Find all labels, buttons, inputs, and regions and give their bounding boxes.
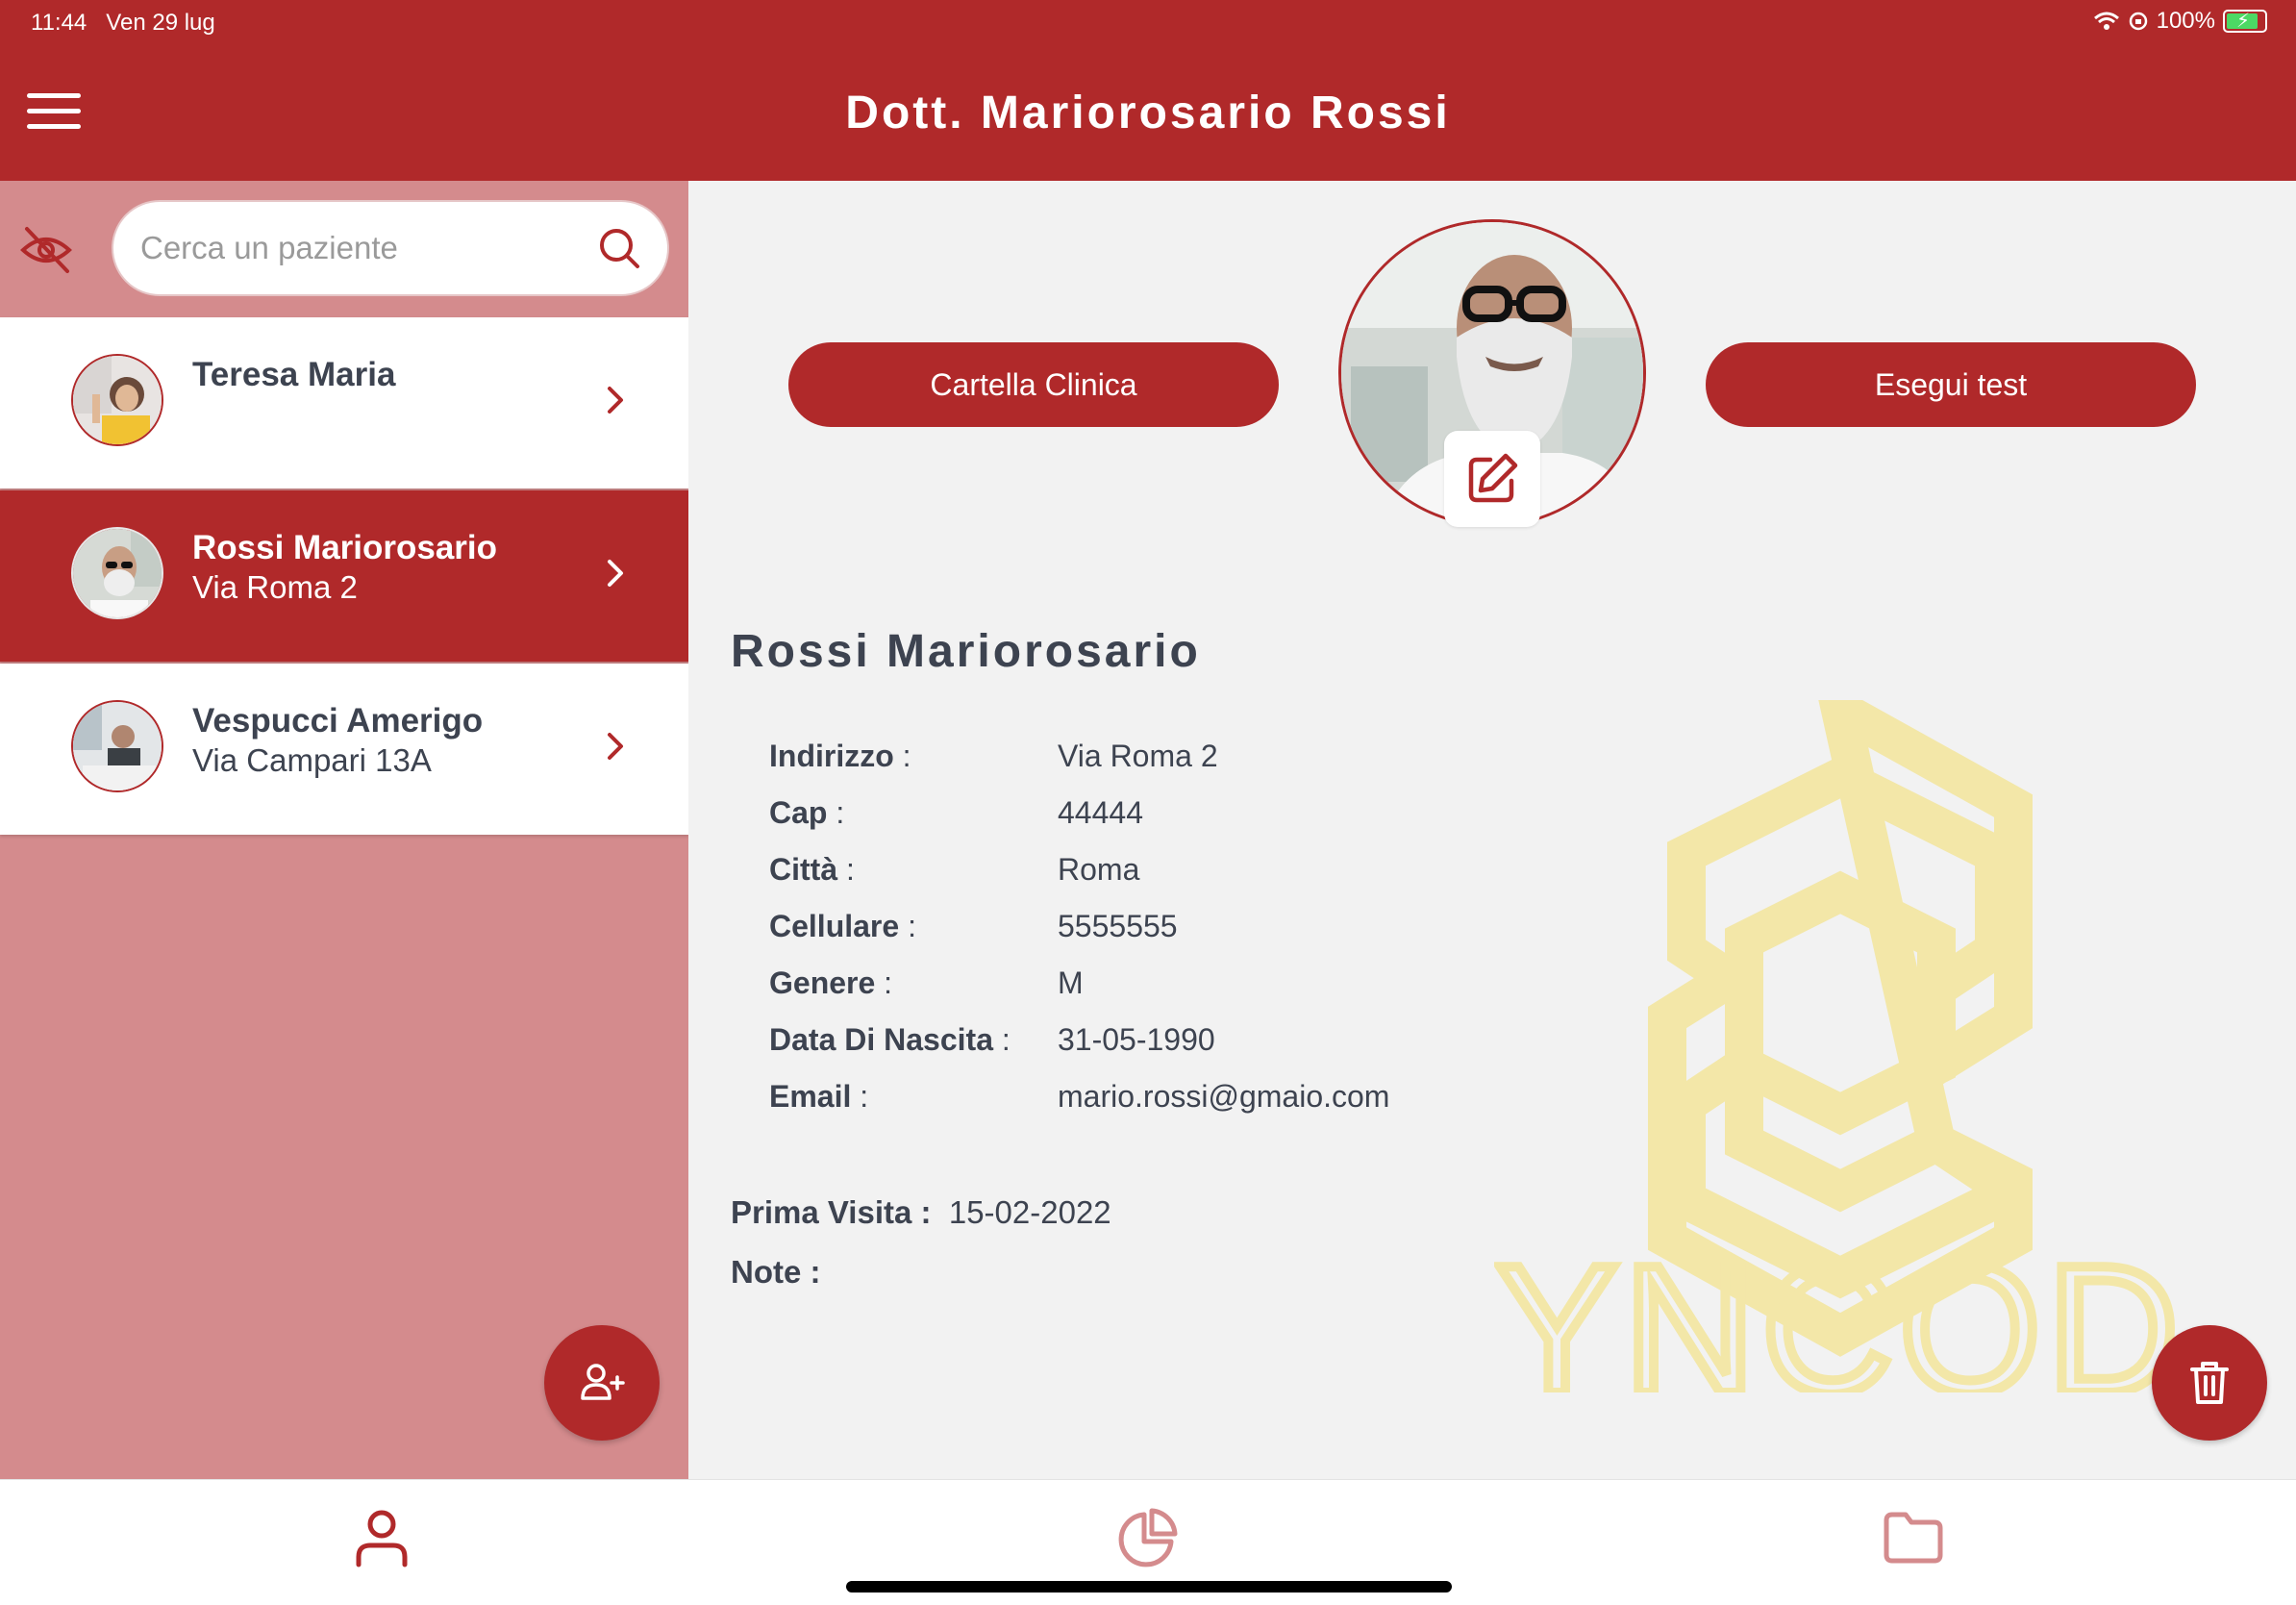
avatar	[71, 700, 163, 792]
tab-statistics[interactable]	[1110, 1499, 1186, 1576]
wifi-icon	[2093, 12, 2119, 30]
avatar	[71, 354, 163, 446]
search-box[interactable]	[112, 200, 669, 296]
status-time: 11:44	[31, 10, 87, 36]
info-value: 31-05-1990	[1058, 1022, 1215, 1057]
edit-photo-button[interactable]	[1444, 431, 1540, 527]
battery-percent: 100%	[2156, 8, 2215, 34]
avatar	[71, 527, 163, 619]
add-patient-button[interactable]	[544, 1325, 660, 1441]
home-indicator	[846, 1581, 1452, 1592]
patient-item-teresa-maria[interactable]: Teresa Maria	[0, 317, 688, 489]
status-bar-time: 11:44 Ven 29 lug	[31, 10, 215, 37]
trash-icon	[2190, 1362, 2229, 1404]
info-label: Indirizzo :	[769, 739, 911, 773]
patient-item-vespucci-amerigo[interactable]: Vespucci Amerigo Via Campari 13A	[0, 664, 688, 835]
app-header: 11:44 Ven 29 lug 100% ⚡ Dott. Mariorosar…	[0, 0, 2296, 181]
notes-row: Note :	[731, 1254, 821, 1291]
search-input[interactable]	[138, 229, 596, 267]
patient-address: Via Campari 13A	[192, 742, 432, 778]
patient-address: Via Roma 2	[192, 569, 358, 605]
patient-list: Teresa Maria Rossi Mariorosario Via Roma…	[0, 317, 688, 837]
user-plus-icon	[581, 1364, 625, 1400]
info-value: Roma	[1058, 852, 1140, 887]
chevron-right-icon	[608, 387, 623, 414]
status-date: Ven 29 lug	[106, 10, 215, 36]
page-title: Dott. Mariorosario Rossi	[845, 88, 1451, 138]
info-value: mario.rossi@gmaio.com	[1058, 1079, 1390, 1114]
run-test-button[interactable]: Esegui test	[1706, 342, 2196, 427]
patient-sidebar: Teresa Maria Rossi Mariorosario Via Ro	[0, 181, 688, 1479]
info-label: Genere :	[769, 966, 893, 1000]
info-label: Cap :	[769, 795, 845, 830]
info-value: M	[1058, 966, 1084, 1000]
info-label: Email :	[769, 1079, 869, 1114]
eye-off-icon[interactable]	[19, 223, 73, 277]
first-visit-value: 15-02-2022	[948, 1194, 1111, 1230]
syncode-watermark-logo: SYNCODE	[1494, 700, 2186, 1392]
patient-full-name: Rossi Mariorosario	[731, 626, 1201, 677]
edit-icon	[1468, 453, 1518, 503]
user-icon	[356, 1510, 408, 1567]
patient-item-rossi-mariorosario[interactable]: Rossi Mariorosario Via Roma 2	[0, 490, 688, 662]
chevron-right-icon	[608, 733, 623, 760]
patient-name: Rossi Mariorosario	[192, 529, 498, 566]
patient-name: Vespucci Amerigo	[192, 702, 484, 740]
first-visit-label: Prima Visita :	[731, 1194, 932, 1230]
patient-name: Teresa Maria	[192, 356, 396, 393]
orientation-lock-icon	[2129, 12, 2147, 31]
info-value: Via Roma 2	[1058, 739, 1218, 773]
chevron-right-icon	[608, 560, 623, 587]
info-value: 44444	[1058, 795, 1143, 830]
folder-icon	[1884, 1512, 1943, 1564]
notes-label: Note :	[731, 1254, 821, 1290]
medical-record-button[interactable]: Cartella Clinica	[788, 342, 1279, 427]
watermark-text: SYNCODE	[1494, 1228, 2186, 1392]
status-bar-right: 100% ⚡	[2093, 8, 2267, 35]
search-icon[interactable]	[596, 225, 642, 271]
patient-detail-panel: SYNCODE Cartella Clinica Esegui test Ros…	[688, 181, 2296, 1479]
tab-patients[interactable]	[343, 1499, 420, 1576]
delete-patient-button[interactable]	[2152, 1325, 2267, 1441]
info-label: Data Di Nascita :	[769, 1022, 1011, 1057]
battery-icon: ⚡	[2223, 10, 2267, 33]
first-visit-row: Prima Visita : 15-02-2022	[731, 1194, 1111, 1231]
tab-folders[interactable]	[1875, 1499, 1952, 1576]
info-value: 5555555	[1058, 909, 1178, 943]
pie-chart-icon	[1118, 1508, 1178, 1567]
info-label: Cellulare :	[769, 909, 916, 943]
info-label: Città :	[769, 852, 855, 887]
